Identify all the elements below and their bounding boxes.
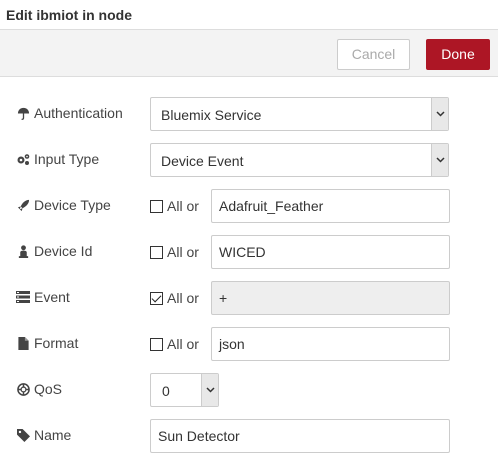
chevron-down-icon: [431, 98, 448, 130]
cancel-button[interactable]: Cancel: [337, 39, 410, 70]
authentication-label: Authentication: [16, 105, 123, 121]
device-type-row: Device Type All or Adafruit_Feather: [0, 189, 498, 223]
qos-select-value: 0: [162, 383, 170, 399]
chevron-down-icon: [431, 144, 448, 176]
format-row: Format All or json: [0, 327, 498, 361]
format-all-toggle[interactable]: All or: [150, 336, 199, 352]
input-type-label-text: Input Type: [34, 151, 100, 167]
event-all-label: All or: [167, 290, 199, 306]
input-type-row: Input Type Device Event: [0, 143, 498, 177]
device-id-label: Device Id: [16, 243, 92, 259]
authentication-select[interactable]: Bluemix Service: [150, 97, 449, 131]
device-id-input[interactable]: WICED: [211, 235, 450, 269]
format-label-text: Format: [34, 335, 79, 351]
format-input[interactable]: json: [211, 327, 450, 361]
tag-icon: [16, 428, 30, 442]
qos-select[interactable]: 0: [150, 373, 219, 407]
device-id-label-text: Device Id: [34, 243, 93, 259]
name-row: Name Sun Detector: [0, 419, 498, 453]
device-type-all-checkbox[interactable]: [150, 199, 163, 213]
authentication-label-text: Authentication: [34, 105, 123, 121]
name-input[interactable]: Sun Detector: [150, 419, 450, 453]
input-type-select-value: Device Event: [161, 153, 244, 169]
device-type-label-text: Device Type: [34, 197, 111, 213]
event-row: Event All or +: [0, 281, 498, 315]
format-label: Format: [16, 335, 78, 351]
device-type-input[interactable]: Adafruit_Feather: [211, 189, 450, 223]
event-all-checkbox[interactable]: [150, 291, 163, 305]
qos-label-text: QoS: [34, 381, 63, 397]
device-type-label: Device Type: [16, 197, 111, 213]
dialog-title: Edit ibmiot in node: [6, 7, 132, 23]
dialog-title-bar: Edit ibmiot in node: [0, 0, 498, 30]
device-id-row: Device Id All or WICED: [0, 235, 498, 269]
input-type-select[interactable]: Device Event: [150, 143, 449, 177]
device-id-all-label: All or: [167, 244, 199, 260]
authentication-select-value: Bluemix Service: [161, 107, 262, 123]
rocket-icon: [16, 198, 30, 212]
cogs-icon: [16, 152, 30, 166]
user-icon: [16, 244, 30, 258]
format-all-label: All or: [167, 336, 199, 352]
device-id-all-toggle[interactable]: All or: [150, 244, 199, 260]
device-type-all-label: All or: [167, 198, 199, 214]
device-type-all-toggle[interactable]: All or: [150, 198, 199, 214]
event-label: Event: [16, 289, 70, 305]
list-icon: [16, 290, 30, 304]
event-input[interactable]: +: [211, 281, 450, 315]
name-label-text: Name: [34, 427, 72, 443]
chevron-down-icon: [201, 374, 218, 406]
event-label-text: Event: [34, 289, 70, 305]
umbrella-icon: [16, 106, 30, 120]
tray-toolbar: Cancel Done: [0, 30, 498, 77]
name-label: Name: [16, 427, 71, 443]
device-id-all-checkbox[interactable]: [150, 245, 163, 259]
authentication-row: Authentication Bluemix Service: [0, 97, 498, 131]
qos-row: QoS 0: [0, 373, 498, 407]
event-all-toggle[interactable]: All or: [150, 290, 199, 306]
file-icon: [16, 336, 30, 350]
format-all-checkbox[interactable]: [150, 337, 163, 351]
done-button[interactable]: Done: [426, 39, 490, 70]
life-ring-icon: [16, 382, 30, 396]
input-type-label: Input Type: [16, 151, 99, 167]
qos-label: QoS: [16, 381, 62, 397]
